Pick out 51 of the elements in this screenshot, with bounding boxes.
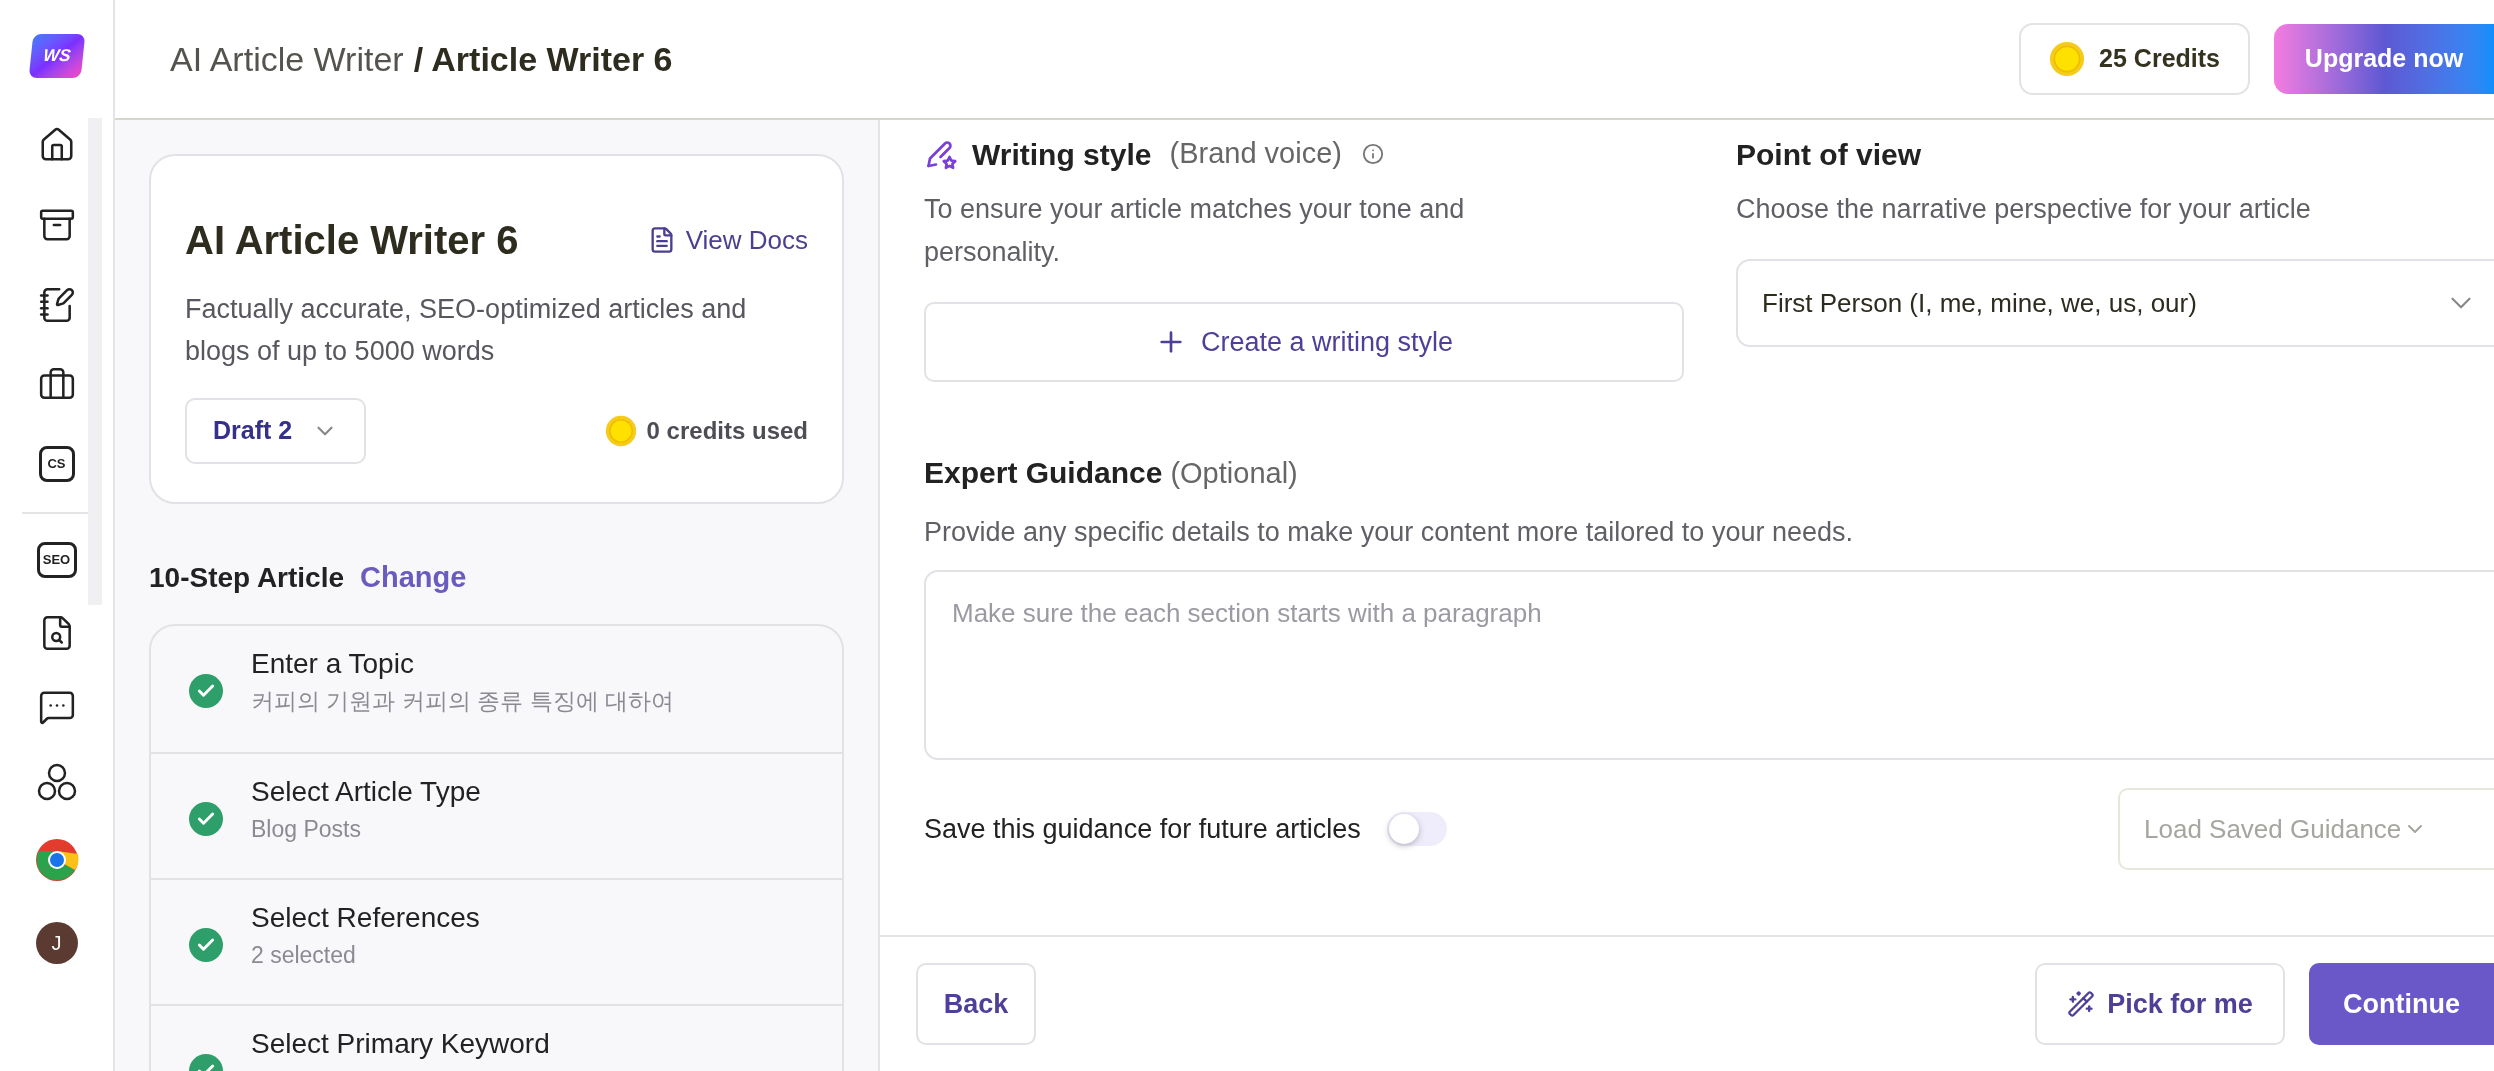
back-button[interactable]: Back	[916, 963, 1036, 1045]
card-title: AI Article Writer 6	[185, 217, 519, 264]
pick-for-me-button[interactable]: Pick for me	[2035, 963, 2285, 1045]
step-detail: 2 selected	[251, 940, 357, 970]
breadcrumb-current: / Article Writer 6	[413, 38, 673, 80]
card-description: Factually accurate, SEO-optimized articles and blogs of up to 5000 words	[185, 293, 748, 368]
step-item[interactable]: Select Primary Keyword	[151, 1003, 842, 1071]
three-circles-icon[interactable]	[36, 762, 77, 802]
user-avatar[interactable]: J	[35, 922, 78, 964]
edit-note-icon[interactable]	[37, 286, 76, 324]
draft-dropdown[interactable]: Draft 2	[185, 398, 367, 464]
scrollbar[interactable]	[88, 118, 102, 605]
section-title: Writing style	[972, 136, 1152, 173]
steps-title: 10-Step Article	[149, 561, 345, 595]
point-of-view-dropdown[interactable]: First Person (I, me, mine, we, us, our)	[1736, 259, 2494, 347]
toggle-label: Save this guidance for future articles	[924, 812, 1361, 846]
change-link[interactable]: Change	[360, 556, 467, 600]
step-item[interactable]: Enter a Topic 커피의 기원과 커피의 종류 특징에 대하여	[151, 625, 842, 752]
logo[interactable]: WS	[28, 34, 85, 78]
seo-icon[interactable]: SEO	[36, 542, 77, 578]
cs-icon[interactable]: CS	[38, 446, 75, 482]
step-item[interactable]: Select Article Type Blog Posts	[151, 751, 842, 878]
browser-icon[interactable]	[34, 838, 79, 882]
archive-icon[interactable]	[37, 206, 76, 244]
coin-icon	[604, 415, 637, 447]
credits-button[interactable]: 25 Credits	[2019, 23, 2250, 95]
step-item[interactable]: Select References 2 selected	[151, 877, 842, 1004]
continue-button[interactable]: Continue	[2309, 963, 2494, 1045]
coin-icon	[2049, 41, 2086, 77]
upgrade-button[interactable]: Upgrade now	[2274, 24, 2494, 94]
guidance-textarea[interactable]: Make sure the each section starts with a paragraph	[924, 570, 2494, 760]
breadcrumb-parent: AI Article Writer	[170, 38, 404, 80]
step-title: Enter a Topic	[251, 647, 415, 680]
toggle-switch[interactable]	[1386, 812, 1447, 846]
magic-wand-icon	[2067, 990, 2096, 1018]
section-description: To ensure your article matches your tone and personality.	[924, 193, 1466, 269]
section-title: Expert Guidance	[924, 455, 1163, 491]
step-title: Select Article Type	[251, 775, 481, 808]
step-detail: 커피의 기원과 커피의 종류 특징에 대하여	[251, 686, 674, 716]
step-title: Select Primary Keyword	[251, 1027, 550, 1060]
section-qualifier: (Brand voice)	[1169, 136, 1342, 172]
credits-used: 0 credits used	[646, 416, 808, 446]
section-description: Choose the narrative perspective for your article	[1736, 193, 2312, 226]
create-writing-style-button[interactable]: Create a writing style	[924, 302, 1684, 382]
step-detail: Blog Posts	[251, 814, 362, 844]
section-qualifier: (Optional)	[1170, 456, 1298, 491]
section-description: Provide any specific details to make your content more tailored to your needs.	[924, 515, 1854, 549]
view-docs-link[interactable]: View Docs	[647, 220, 808, 260]
step-title: Select References	[251, 901, 480, 934]
section-title: Point of view	[1736, 136, 1922, 173]
info-icon[interactable]	[1361, 143, 1384, 165]
